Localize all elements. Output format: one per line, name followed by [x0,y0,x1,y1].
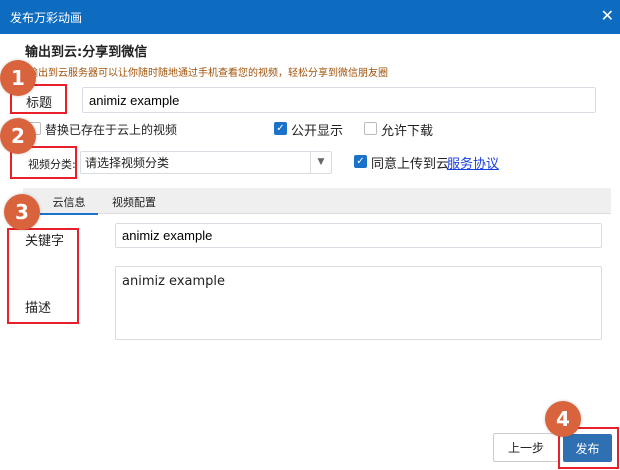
publish-button[interactable]: 发布 [563,434,612,462]
step-badge-2: 2 [0,118,36,154]
download-checkbox[interactable] [364,122,377,135]
prev-button[interactable]: 上一步 [493,433,559,462]
public-label: 公开显示 [291,124,344,139]
agree-checkbox[interactable]: ✓ [354,155,367,168]
keyword-input[interactable] [115,223,602,248]
category-label: 视频分类: [28,158,76,171]
title-input[interactable] [82,87,596,113]
step-badge-3: 3 [4,194,40,230]
page-heading: 输出到云:分享到微信 [25,45,148,60]
public-checkbox[interactable]: ✓ [274,122,287,135]
window-title: 发布万彩动画 [10,11,83,25]
tab-video-config[interactable]: 视频配置 [112,194,156,210]
hint-text: 输出到云服务器可以让你随时随地通过手机查看您的视频，轻松分享到微信朋友圈 [28,68,388,79]
category-select[interactable]: 请选择视频分类 ▼ [80,151,332,174]
step-badge-4: 4 [545,401,581,437]
tab-bar: 云信息 视频配置 [23,188,611,215]
title-bar: 发布万彩动画 ✕ [0,0,620,34]
chevron-down-icon[interactable]: ▼ [310,152,331,173]
step-badge-1: 1 [0,60,36,96]
service-agreement-link[interactable]: 服务协议 [447,153,499,172]
category-value: 请选择视频分类 [85,156,170,170]
description-textarea[interactable]: animiz example [115,266,602,340]
title-label: 标题 [26,96,53,111]
description-label: 描述 [25,301,52,316]
tab-cloud-info[interactable]: 云信息 [40,194,98,215]
replace-label: 替换已存在于云上的视频 [45,123,178,137]
keyword-label: 关键字 [25,234,65,249]
close-icon[interactable]: ✕ [601,6,614,25]
download-label: 允许下载 [381,124,434,139]
agree-label: 同意上传到云 [371,157,450,172]
